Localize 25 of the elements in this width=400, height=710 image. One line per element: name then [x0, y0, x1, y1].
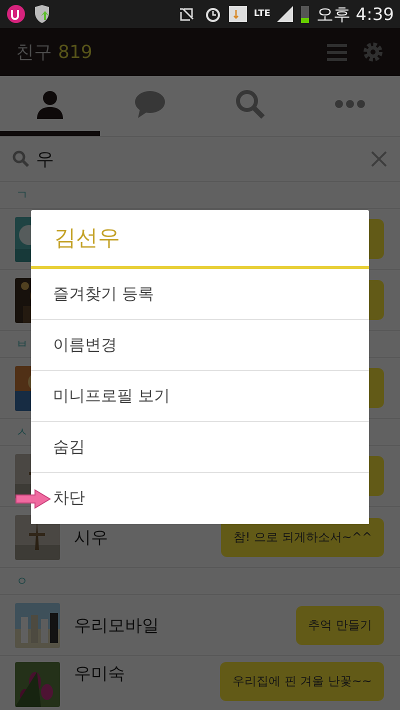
friend-name: 우리모바일 — [74, 614, 160, 636]
section-letter: ㄱ — [16, 186, 28, 204]
close-icon[interactable] — [370, 150, 388, 168]
clock: 오후 4:39 — [316, 4, 394, 26]
menu-icon[interactable] — [326, 42, 348, 62]
friend-count: 819 — [58, 42, 92, 62]
search-icon — [234, 88, 266, 120]
status-bubble: 우리집에 핀 겨울 난꽃~~ — [220, 662, 384, 701]
status-bubble: 추억 만들기 — [296, 606, 384, 644]
section-letter: ㅇ — [16, 572, 28, 590]
signal-icon — [276, 5, 294, 23]
battery-icon — [300, 4, 310, 24]
more-icon — [334, 98, 366, 108]
settings-icon[interactable] — [362, 41, 384, 63]
friend-name: 시우 — [74, 526, 109, 548]
carrier-icon — [6, 4, 26, 24]
section-letter: ㅂ — [16, 336, 28, 352]
screen-title: 친구 — [16, 41, 52, 64]
search-icon — [12, 150, 30, 168]
alarm-icon — [204, 5, 222, 23]
shield-icon — [32, 4, 52, 24]
download-icon — [228, 5, 248, 23]
section-letter: ㅅ — [16, 424, 28, 440]
friend-name: 우미숙 — [74, 663, 126, 685]
network-type: LTE — [254, 10, 270, 18]
